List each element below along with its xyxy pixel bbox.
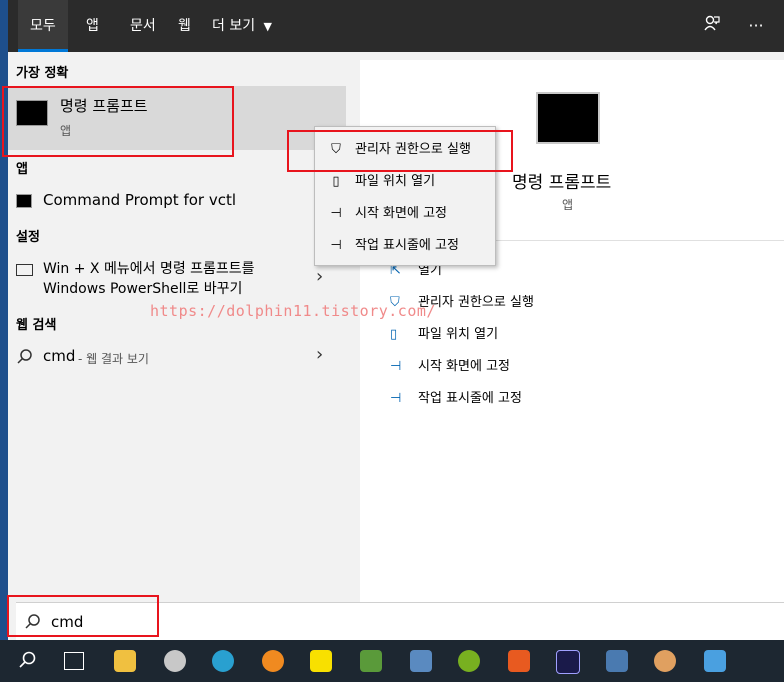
tab-more[interactable]: 더 보기 ▼: [200, 0, 284, 52]
search-scope-bar: 모두 앱 문서 웹 더 보기 ▼ ···: [8, 0, 784, 52]
app-icon[interactable]: [654, 650, 676, 672]
settings-item[interactable]: Win + X 메뉴에서 명령 프롬프트를 Windows PowerShell…: [8, 256, 346, 300]
browser-icon[interactable]: [164, 650, 186, 672]
app-icon[interactable]: [704, 650, 726, 672]
highlight-search-box: [7, 595, 159, 637]
web-search-header: 웹 검색: [16, 318, 57, 333]
app-icon[interactable]: [360, 650, 382, 672]
search-app-icon[interactable]: [262, 650, 284, 672]
preview-title: 명령 프롬프트: [512, 173, 612, 193]
context-item-label: 시작 화면에 고정: [355, 206, 447, 221]
chevron-right-icon: ›: [316, 266, 324, 287]
feedback-icon[interactable]: [700, 14, 724, 38]
context-item-pin-start[interactable]: ⊣ 시작 화면에 고정: [315, 199, 495, 229]
settings-item-line2: Windows PowerShell로 바꾸기: [43, 281, 243, 297]
taskbar-search-icon[interactable]: [18, 650, 38, 674]
tab-more-label: 더 보기: [212, 18, 256, 34]
action-label: 시작 화면에 고정: [418, 359, 510, 374]
context-item-pin-taskbar[interactable]: ⊣ 작업 표시줄에 고정: [315, 231, 495, 261]
cmd-large-icon: [536, 92, 600, 144]
highlight-best-match: [2, 86, 234, 157]
app-icon[interactable]: [410, 650, 432, 672]
premiere-icon[interactable]: [556, 650, 580, 674]
app-icon[interactable]: [458, 650, 480, 672]
folder-icon: ▯: [390, 327, 398, 342]
search-icon: [16, 348, 34, 370]
tab-web[interactable]: 웹: [166, 0, 203, 52]
app-item-vctl[interactable]: Command Prompt for vctl: [8, 188, 346, 214]
cmd-small-icon: [16, 194, 32, 208]
settings-item-line1: Win + X 메뉴에서 명령 프롬프트를: [43, 261, 255, 277]
file-explorer-icon[interactable]: [114, 650, 136, 672]
web-query-suffix: - 웹 결과 보기: [78, 352, 149, 366]
chevron-right-icon: ›: [316, 344, 324, 365]
settings-header: 설정: [16, 230, 40, 245]
preview-subtitle: 앱: [562, 198, 574, 212]
app-item-label: Command Prompt for vctl: [43, 191, 237, 209]
pin-icon: ⊣: [330, 238, 342, 253]
pin-icon: ⊣: [330, 206, 342, 221]
tab-documents[interactable]: 문서: [118, 0, 168, 52]
apps-header: 앱: [16, 162, 28, 177]
pin-icon: ⊣: [390, 359, 402, 374]
highlight-run-as-admin: [287, 130, 513, 172]
action-label: 작업 표시줄에 고정: [418, 391, 522, 406]
app-icon[interactable]: [212, 650, 234, 672]
web-search-item[interactable]: cmd - 웹 결과 보기 ›: [8, 344, 346, 370]
tab-apps[interactable]: 앱: [74, 0, 111, 52]
pin-icon: ⊣: [390, 391, 402, 406]
best-match-header: 가장 정확: [16, 66, 69, 81]
task-view-icon[interactable]: [64, 652, 84, 670]
tab-all[interactable]: 모두: [18, 0, 68, 52]
action-label: 파일 위치 열기: [418, 327, 499, 342]
context-item-label: 작업 표시줄에 고정: [355, 238, 459, 253]
web-query: cmd: [43, 347, 76, 365]
watermark: https://dolphin11.tistory.com/: [150, 302, 436, 320]
kakaotalk-icon[interactable]: [310, 650, 332, 672]
app-icon[interactable]: [606, 650, 628, 672]
caret-down-icon: ▼: [263, 20, 273, 33]
monitor-icon: [16, 264, 33, 276]
ellipsis-icon[interactable]: ···: [744, 14, 768, 38]
app-icon[interactable]: [508, 650, 530, 672]
